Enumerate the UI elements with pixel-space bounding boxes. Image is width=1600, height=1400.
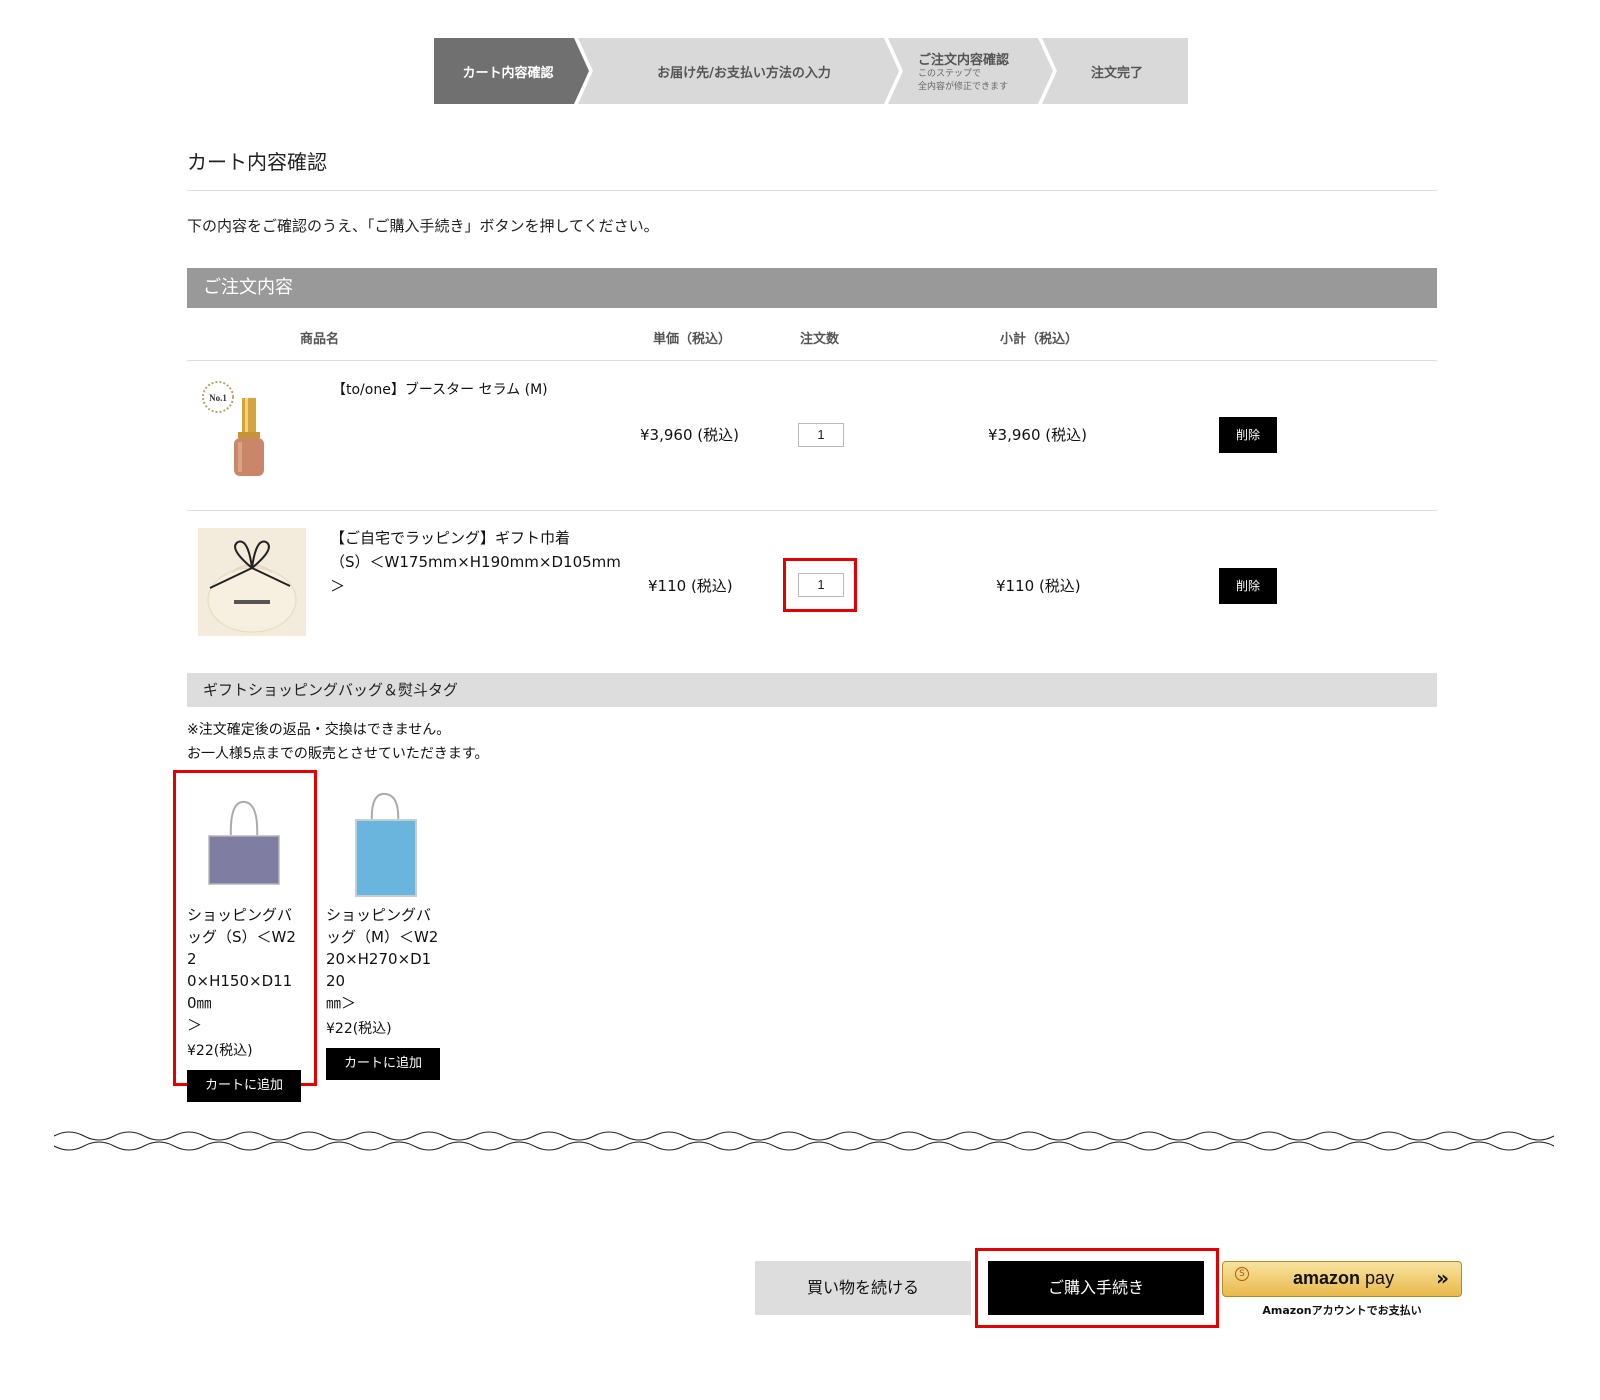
gift-note-return: ※注文確定後の返品・交換はできません。 — [187, 722, 451, 738]
unit-price-serum: ¥3,960 (税込) — [640, 426, 739, 444]
bag-name-line: ＞ — [187, 1016, 203, 1034]
amazon-pay-caption: Amazonアカウントでお支払い — [1262, 1304, 1422, 1317]
unit-price-gift-pouch: ¥110 (税込) — [648, 577, 733, 595]
bag-name-s[interactable]: ショッピングバ ッグ（S）＜W22 0×H150×D110㎜ ＞ — [187, 904, 301, 1036]
delete-button-gift-pouch[interactable]: 削除 — [1219, 568, 1277, 604]
qty-input-gift-pouch[interactable]: 1 — [798, 573, 844, 597]
product-name-line: （S）＜W175mm×H190mm×D105mm — [330, 553, 621, 571]
add-to-cart-button-m[interactable]: カートに追加 — [326, 1048, 440, 1080]
header-qty: 注文数 — [800, 332, 840, 347]
bag-card-s: ショッピングバ ッグ（S）＜W22 0×H150×D110㎜ ＞ ¥22(税込)… — [187, 788, 301, 1102]
double-chevron-right-icon: » — [1436, 1266, 1449, 1290]
bag-name-line: 0×H150×D110㎜ — [187, 972, 293, 1012]
gift-section-title: ギフトショッピングバッグ＆熨斗タグ — [187, 673, 1437, 707]
continue-shopping-button[interactable]: 買い物を続ける — [755, 1261, 971, 1315]
header-product-name: 商品名 — [300, 332, 340, 347]
amazon-pay-logo: amazon pay — [1293, 1268, 1394, 1289]
gift-note-limit: お一人様5点までの販売とさせていただきます。 — [187, 746, 489, 762]
bag-name-line: ㎜＞ — [326, 994, 357, 1012]
product-image-serum[interactable]: No.1 — [198, 380, 288, 480]
subtotal-serum: ¥3,960 (税込) — [988, 426, 1087, 444]
bag-name-line: ッグ（S）＜W22 — [187, 928, 296, 968]
step-complete: 注文完了 — [1046, 38, 1188, 104]
bag-card-m: ショッピングバ ッグ（M）＜W2 20×H270×D120 ㎜＞ ¥22(税込)… — [326, 788, 440, 1080]
intro-text: 下の内容をご確認のうえ、「ご購入手続き」ボタンを押してください。 — [187, 217, 659, 235]
page-title: カート内容確認 — [187, 150, 327, 174]
bag-name-line: ショッピングバ — [326, 906, 432, 924]
table-divider — [187, 510, 1437, 511]
add-to-cart-button-s[interactable]: カートに追加 — [187, 1070, 301, 1102]
step-confirm: ご注文内容確認 このステップで 全内容が修正できます — [890, 38, 1040, 104]
serum-bottle-icon: No.1 — [202, 381, 264, 476]
step-confirm-label: ご注文内容確認 — [918, 52, 1010, 68]
step-delivery: お届け先/お支払い方法の入力 — [594, 38, 894, 104]
amazon-brand-text: amazon — [1293, 1268, 1361, 1288]
amazon-coin-icon: S — [1235, 1267, 1249, 1281]
shopping-bag-s-icon[interactable] — [187, 788, 301, 900]
step-confirm-sub1: このステップで — [918, 68, 982, 79]
bag-price-m: ¥22(税込) — [326, 1021, 392, 1037]
wave-divider — [54, 1131, 1554, 1151]
bag-name-line: ッグ（M）＜W2 — [326, 928, 439, 946]
amazon-pay-text: pay — [1365, 1268, 1395, 1288]
step-confirm-sub2: 全内容が修正できます — [918, 81, 1009, 92]
shopping-bag-m-icon[interactable] — [326, 788, 440, 900]
divider — [187, 190, 1437, 191]
subtotal-gift-pouch: ¥110 (税込) — [996, 577, 1081, 595]
header-subtotal: 小計（税込） — [1000, 332, 1079, 347]
order-section-title: ご注文内容 — [187, 268, 1437, 308]
bag-name-line: 20×H270×D120 — [326, 950, 432, 990]
rank-badge-text: No.1 — [209, 393, 227, 403]
purchase-button[interactable]: ご購入手続き — [988, 1261, 1204, 1315]
bag-price-s: ¥22(税込) — [187, 1043, 253, 1059]
product-image-gift-pouch[interactable] — [198, 528, 306, 636]
step-complete-label: 注文完了 — [1090, 65, 1143, 81]
checkout-steps: カート内容確認 お届け先/お支払い方法の入力 ご注文内容確認 このステップで 全… — [434, 38, 1188, 104]
header-unit-price: 単価（税込） — [653, 332, 732, 347]
step-delivery-label: お届け先/お支払い方法の入力 — [657, 65, 831, 81]
delete-button-serum[interactable]: 削除 — [1219, 417, 1277, 453]
bag-name-m[interactable]: ショッピングバ ッグ（M）＜W2 20×H270×D120 ㎜＞ — [326, 904, 440, 1014]
product-name-line: ＞ — [330, 577, 346, 595]
qty-input-serum[interactable]: 1 — [798, 423, 844, 447]
step-cart-label: カート内容確認 — [462, 65, 554, 81]
gift-pouch-icon — [207, 540, 297, 633]
product-name-gift-pouch[interactable]: 【ご自宅でラッピング】ギフト巾着 （S）＜W175mm×H190mm×D105m… — [330, 526, 621, 598]
amazon-pay-button[interactable]: S amazon pay » — [1222, 1261, 1462, 1297]
table-divider — [187, 360, 1437, 361]
step-cart: カート内容確認 — [434, 38, 582, 104]
bag-name-line: ショッピングバ — [187, 906, 293, 924]
product-name-serum[interactable]: 【to/one】ブースター セラム (M) — [332, 378, 548, 402]
product-name-line: 【ご自宅でラッピング】ギフト巾着 — [330, 529, 571, 547]
